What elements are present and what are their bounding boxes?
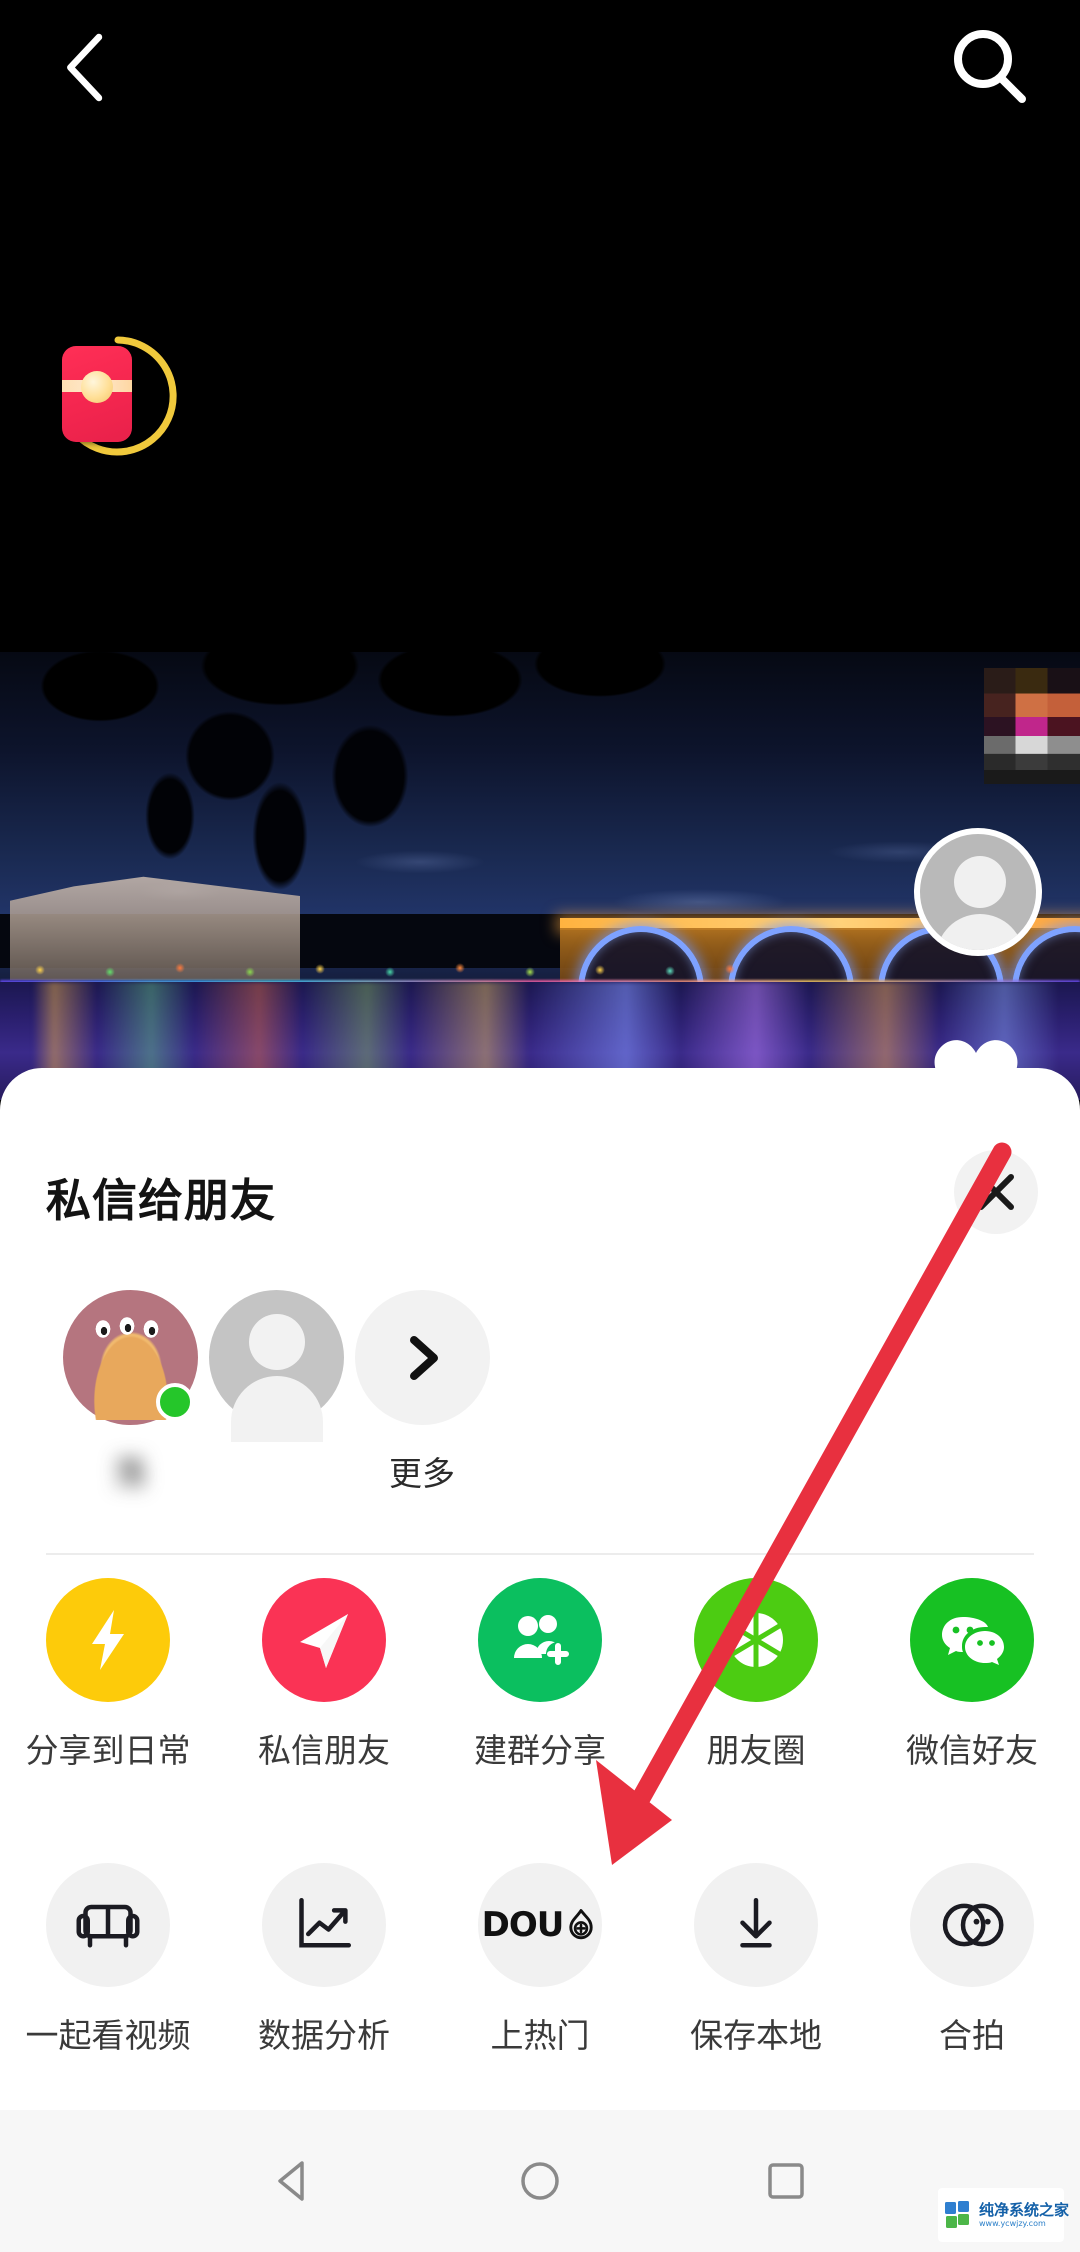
duet-button[interactable]: 合拍 xyxy=(864,1863,1080,2057)
share-target-label: 微信好友 xyxy=(906,1731,1038,1770)
share-target-label: 分享到日常 xyxy=(25,1731,191,1770)
app-root: 私信给朋友 荡 更多 分享到日常 私信朋友 建群分享 朋友圈 微信好友 一起看视… xyxy=(0,0,1080,2252)
share-target-label: 合拍 xyxy=(939,2016,1005,2055)
wechat-friend-button[interactable]: 微信好友 xyxy=(864,1578,1080,1772)
lightning-icon xyxy=(46,1578,170,1702)
share-sheet: 私信给朋友 荡 更多 分享到日常 私信朋友 建群分享 朋友圈 微信好友 一起看视… xyxy=(0,1068,1080,2178)
share-target-label: 上热门 xyxy=(490,2016,590,2055)
save-local-button[interactable]: 保存本地 xyxy=(648,1863,864,2057)
mosaic-block xyxy=(984,668,1080,784)
friends-row: 荡 更多 xyxy=(0,1290,1080,1540)
dou-plus-icon: DOU xyxy=(478,1863,602,1987)
dou-text: DOU xyxy=(481,1905,565,1945)
watermark-text: 纯净系统之家 www.ycwjzy.com xyxy=(979,2200,1070,2228)
promote-button[interactable]: DOU 上热门 xyxy=(432,1863,648,2057)
chevron-left-icon xyxy=(67,33,103,102)
search-icon xyxy=(954,30,1026,103)
more-friends-button[interactable]: 更多 xyxy=(322,1290,522,1495)
nav-home-circle-icon[interactable] xyxy=(512,2153,568,2209)
analytics-button[interactable]: 数据分析 xyxy=(216,1863,432,2057)
moments-button[interactable]: 朋友圈 xyxy=(648,1578,864,1772)
avatar-head xyxy=(248,1314,305,1370)
red-envelope-icon xyxy=(62,346,132,442)
bird-pupils xyxy=(90,1314,169,1344)
paper-plane-icon xyxy=(262,1578,386,1702)
download-icon xyxy=(694,1863,818,1987)
share-daily-button[interactable]: 分享到日常 xyxy=(0,1578,216,1772)
avatar-body xyxy=(936,914,1024,950)
sheet-title: 私信给朋友 xyxy=(46,1174,277,1227)
wechat-icon xyxy=(910,1578,1034,1702)
avatar-head xyxy=(954,856,1006,908)
moments-shutter-icon xyxy=(694,1578,818,1702)
back-button[interactable] xyxy=(40,20,135,115)
line-chart-icon xyxy=(262,1863,386,1987)
share-target-label: 保存本地 xyxy=(690,2016,822,2055)
author-avatar[interactable] xyxy=(914,828,1042,956)
share-target-label: 私信朋友 xyxy=(258,1731,390,1770)
red-packet-button[interactable] xyxy=(52,330,184,462)
share-target-label: 一起看视频 xyxy=(25,2016,191,2055)
avatar-body xyxy=(230,1376,323,1442)
dm-friend-button[interactable]: 私信朋友 xyxy=(216,1578,432,1772)
friend-name: 荡 xyxy=(113,1454,147,1493)
sofa-icon xyxy=(46,1863,170,1987)
add-group-icon xyxy=(478,1578,602,1702)
share-target-label: 建群分享 xyxy=(474,1731,606,1770)
envelope-coin xyxy=(81,371,113,403)
android-nav-bar xyxy=(0,2110,1080,2252)
duet-icon xyxy=(910,1863,1034,1987)
chevron-right-icon xyxy=(354,1290,490,1425)
share-target-label: 朋友圈 xyxy=(706,1731,806,1770)
more-label: 更多 xyxy=(389,1454,455,1493)
watermark-logo-icon xyxy=(945,2201,969,2228)
watermark-name: 纯净系统之家 xyxy=(979,2200,1070,2219)
share-targets-row-2: 一起看视频 数据分析 DOU 上热门 保存本地 合拍 xyxy=(0,1863,1080,2143)
share-target-label: 数据分析 xyxy=(258,2016,390,2055)
create-group-button[interactable]: 建群分享 xyxy=(432,1578,648,1772)
watermark-url: www.ycwjzy.com xyxy=(979,2218,1046,2228)
top-bar xyxy=(0,0,1080,130)
close-icon xyxy=(978,1174,1014,1210)
share-targets-row-1: 分享到日常 私信朋友 建群分享 朋友圈 微信好友 xyxy=(0,1578,1080,1858)
close-button[interactable] xyxy=(954,1150,1038,1234)
nav-back-triangle-icon[interactable] xyxy=(266,2153,322,2209)
search-button[interactable] xyxy=(940,18,1040,118)
sheet-divider xyxy=(46,1553,1034,1555)
nav-recents-square-icon[interactable] xyxy=(758,2153,814,2209)
site-watermark: 纯净系统之家 www.ycwjzy.com xyxy=(938,2188,1069,2242)
watch-together-button[interactable]: 一起看视频 xyxy=(0,1863,216,2057)
